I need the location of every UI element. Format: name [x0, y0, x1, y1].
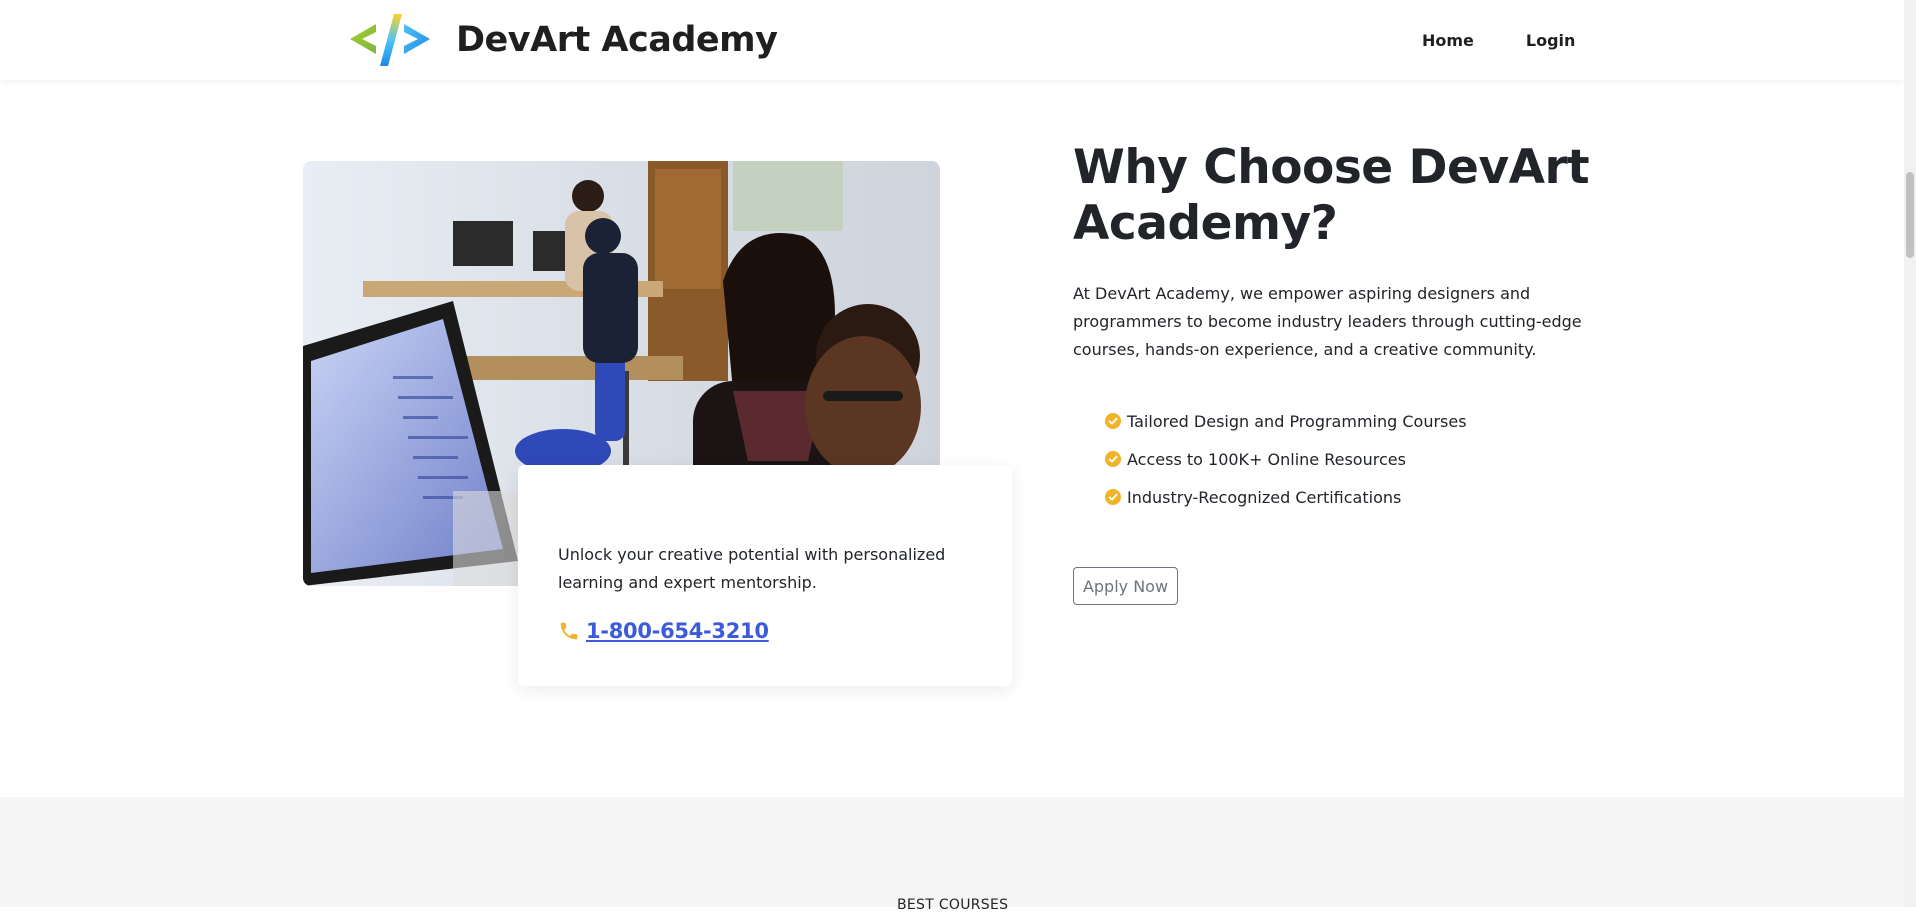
check-circle-icon: [1105, 489, 1121, 505]
courses-kicker: BEST COURSES: [897, 897, 1009, 913]
nav-home-link[interactable]: Home: [1420, 25, 1476, 56]
code-brackets-logo-icon: [350, 14, 430, 66]
brand-logo-link[interactable]: DevArt Academy: [346, 5, 778, 75]
main-nav: Home Login: [1420, 0, 1577, 80]
nav-login-link[interactable]: Login: [1524, 25, 1578, 56]
feature-item: Tailored Design and Programming Courses: [1105, 402, 1593, 440]
feature-label: Tailored Design and Programming Courses: [1127, 411, 1467, 431]
page-scrollbar[interactable]: [1904, 0, 1916, 907]
courses-section: BEST COURSES: [0, 797, 1904, 913]
check-circle-icon: [1105, 451, 1121, 467]
feature-label: Industry-Recognized Certifications: [1127, 487, 1402, 507]
brand-name: DevArt Academy: [456, 20, 778, 60]
phone-icon: [560, 622, 578, 640]
about-content: Why Choose DevArt Academy? At DevArt Aca…: [1073, 140, 1593, 516]
about-description: At DevArt Academy, we empower aspiring d…: [1073, 284, 1582, 359]
check-circle-icon: [1105, 413, 1121, 429]
feature-item: Industry-Recognized Certifications: [1105, 478, 1593, 516]
feature-label: Access to 100K+ Online Resources: [1127, 449, 1406, 469]
site-header: DevArt Academy Home Login: [0, 0, 1904, 80]
contact-card-text: Unlock your creative potential with pers…: [558, 545, 946, 592]
phone-number-link[interactable]: 1-800-654-3210: [586, 619, 769, 643]
about-title: Why Choose DevArt Academy?: [1073, 140, 1590, 251]
phone-row: 1-800-654-3210: [558, 619, 972, 643]
feature-list: Tailored Design and Programming Courses …: [1105, 402, 1593, 516]
contact-card: Unlock your creative potential with pers…: [518, 465, 1012, 686]
apply-now-button[interactable]: Apply Now: [1073, 567, 1178, 605]
feature-item: Access to 100K+ Online Resources: [1105, 440, 1593, 478]
scrollbar-thumb[interactable]: [1906, 172, 1914, 258]
